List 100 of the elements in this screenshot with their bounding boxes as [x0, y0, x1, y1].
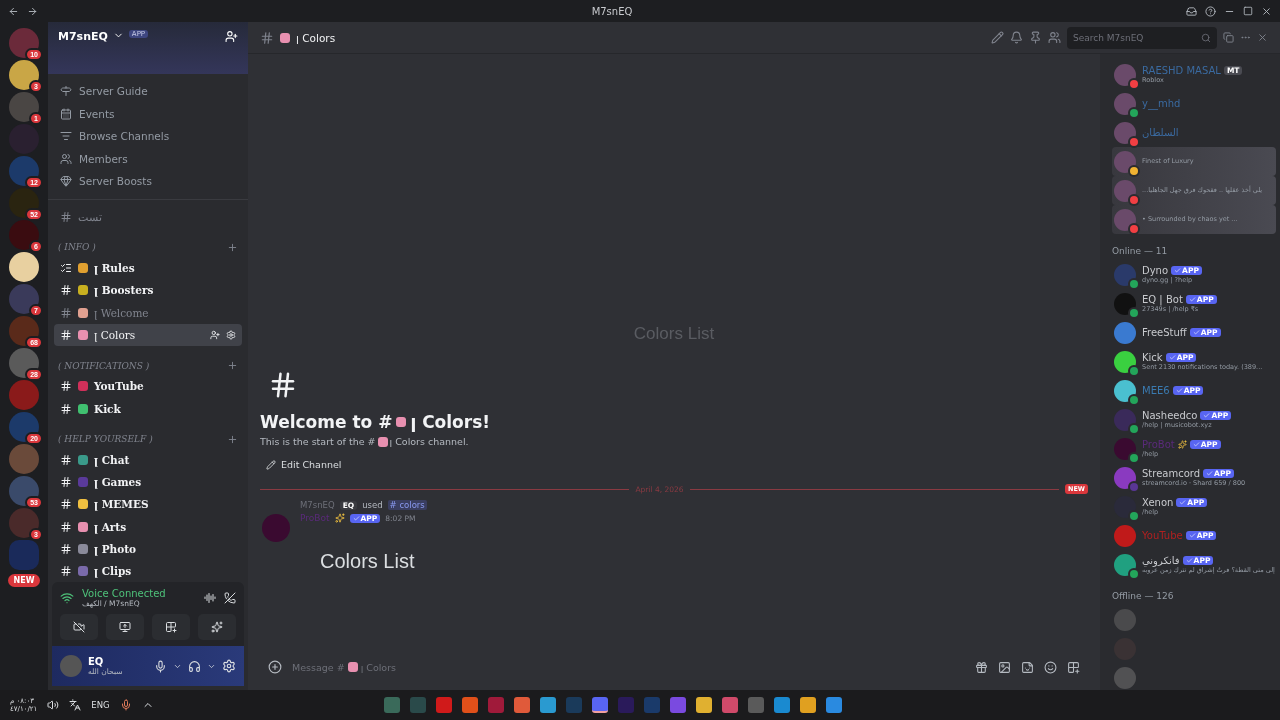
activities-button[interactable]	[152, 614, 190, 640]
avatar	[1114, 63, 1136, 86]
check-icon	[1188, 532, 1196, 539]
edit-channel-button[interactable]: Edit Channel	[260, 457, 348, 472]
emoji-picker-icon[interactable]	[1044, 660, 1057, 674]
check-icon	[1185, 556, 1193, 564]
check-icon	[1192, 329, 1200, 336]
check-icon	[1203, 411, 1211, 419]
member-name: RAESHD MASAL	[1142, 64, 1221, 76]
reply-text: used	[362, 500, 383, 510]
channel-item[interactable]: ꞁ Welcome	[54, 301, 242, 324]
server-icon[interactable]	[9, 252, 39, 282]
taskbar-app-icon[interactable]	[825, 697, 842, 713]
taskbar-app-icon[interactable]	[799, 697, 816, 713]
taskbar-app-icon[interactable]	[695, 697, 712, 713]
headphones-icon[interactable]	[188, 659, 201, 673]
maximize-icon[interactable]	[1243, 6, 1253, 16]
command-link[interactable]: # colors	[387, 500, 427, 510]
taskbar-app-icon[interactable]	[513, 697, 530, 713]
server-name[interactable]: M7snEQ	[58, 30, 108, 43]
welcome-title: ꞁ Colors!	[410, 412, 491, 432]
inbox-icon[interactable]	[1186, 5, 1197, 17]
section-heading: Offline — 126	[1112, 591, 1175, 601]
channel-item[interactable]: ꞁ Colors	[54, 323, 242, 346]
channel-item[interactable]: ꞁ Photo	[54, 537, 242, 560]
add-channel-icon[interactable]	[227, 433, 238, 445]
member-item[interactable]: y__mhd	[1112, 89, 1276, 118]
channel-item[interactable]: ꞁ MEMES	[54, 493, 242, 516]
welcome-title: Welcome to #	[260, 412, 393, 432]
bell-icon[interactable]	[1010, 31, 1023, 44]
volume-icon[interactable]	[47, 699, 60, 711]
taskbar-app-icon[interactable]	[461, 697, 478, 713]
check-icon	[1206, 469, 1214, 477]
channel-item[interactable]: Kick	[54, 397, 242, 420]
popout-icon[interactable]	[1223, 32, 1234, 43]
people-icon	[60, 152, 72, 165]
soundboard-button[interactable]	[198, 614, 236, 640]
member-name: Xenon	[1142, 496, 1174, 508]
check-icon	[1179, 498, 1187, 506]
help-icon[interactable]	[1205, 5, 1216, 17]
add-channel-icon[interactable]	[227, 241, 238, 253]
member-name: Kick	[1142, 351, 1163, 363]
message-text: Colors List	[320, 550, 416, 573]
add-channel-icon[interactable]	[227, 360, 238, 371]
channel-item[interactable]: تست	[54, 205, 242, 228]
avatar	[60, 655, 82, 677]
hash-icon	[60, 284, 72, 297]
settings-icon[interactable]	[222, 659, 236, 673]
taskbar-app-icon[interactable]	[539, 697, 556, 713]
sticker-icon[interactable]	[1021, 660, 1034, 674]
member-name: EQ | Bot	[1142, 293, 1183, 305]
close-icon[interactable]	[1257, 32, 1268, 43]
channel-name: ꞁ Boosters	[94, 284, 155, 297]
mic-icon[interactable]	[154, 659, 167, 673]
channel-item[interactable]: ꞁ Boosters	[54, 279, 242, 302]
nav-item[interactable]: Events	[56, 102, 240, 125]
member-name: السلطان	[1142, 127, 1179, 138]
channel-item[interactable]: YouTube	[54, 375, 242, 398]
disconnect-icon[interactable]	[224, 592, 236, 604]
channel-item[interactable]: ꞁ Arts	[54, 515, 242, 538]
nav-item[interactable]: Members	[56, 147, 240, 170]
pencil-icon	[266, 459, 276, 470]
member-name: FreeStuff	[1142, 327, 1187, 338]
category-name[interactable]: ( NOTIFICATIONS )	[58, 360, 227, 371]
camera-button[interactable]	[60, 614, 98, 640]
attach-icon[interactable]	[268, 660, 282, 674]
calendar-icon	[60, 107, 72, 120]
channel-item[interactable]: ꞁ Chat	[54, 449, 242, 472]
channel-item[interactable]: ꞁ Rules	[54, 257, 242, 280]
check-icon	[1174, 266, 1182, 274]
channel-name: ꞁ Photo	[94, 542, 138, 555]
mic-icon[interactable]	[119, 699, 132, 711]
nav-item[interactable]: Browse Channels	[56, 125, 240, 148]
close-icon[interactable]	[1261, 5, 1272, 17]
category-name[interactable]: ( HELP YOURSELF )	[58, 434, 227, 445]
members-icon[interactable]	[1048, 31, 1061, 44]
channel-title: ꞁ Colors	[296, 31, 337, 44]
nav-item[interactable]: Server Guide	[56, 80, 240, 103]
taskbar-app-icon[interactable]	[591, 697, 608, 713]
apps-icon[interactable]	[1067, 660, 1080, 674]
gift-icon[interactable]	[975, 660, 988, 674]
taskbar-app-icon[interactable]	[773, 697, 790, 713]
channel-item[interactable]: ꞁ Games	[54, 471, 242, 494]
forward-icon[interactable]	[27, 5, 38, 17]
search-field[interactable]: Search M7snEQ	[1067, 26, 1217, 49]
nav-item[interactable]: Server Boosts	[56, 170, 240, 193]
invite-icon[interactable]	[225, 30, 238, 43]
back-icon[interactable]	[8, 5, 19, 17]
new-badge: NEW	[7, 574, 41, 587]
channel-item[interactable]: ꞁ Clips	[54, 559, 242, 582]
screen-share-button[interactable]	[106, 614, 144, 640]
sparkle-icon	[211, 621, 223, 633]
invite-icon[interactable]	[210, 329, 220, 340]
channel-name: تست	[78, 210, 103, 223]
pin-icon[interactable]	[1029, 31, 1042, 44]
taskbar-app-icon[interactable]	[721, 697, 738, 713]
language-indicator[interactable]: ENG	[91, 700, 110, 710]
category-name[interactable]: ( INFO )	[58, 242, 227, 253]
noise-icon[interactable]	[204, 592, 216, 604]
member-name: فانكروني	[1142, 554, 1180, 566]
